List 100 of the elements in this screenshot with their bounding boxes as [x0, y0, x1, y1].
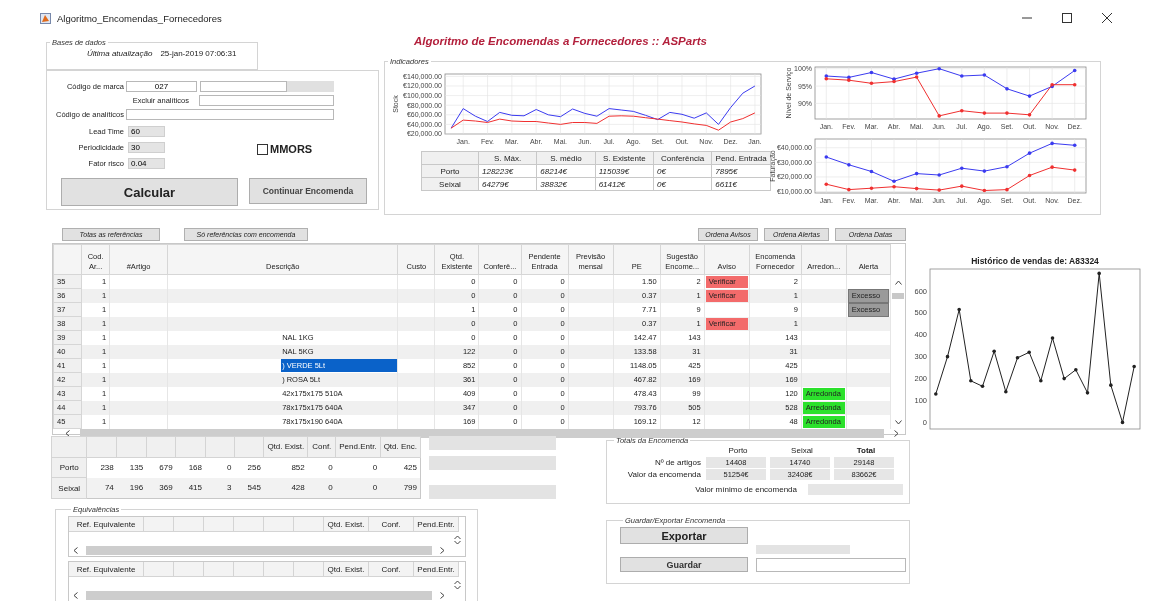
scrollbar-thumb[interactable] — [892, 293, 904, 299]
checkbox[interactable] — [257, 143, 268, 155]
data-point — [960, 108, 964, 113]
input-field[interactable] — [126, 109, 334, 120]
data-point — [982, 73, 987, 77]
data-point — [1072, 143, 1077, 148]
scrollbar-thumb[interactable] — [86, 546, 432, 555]
table-cell: 3 — [205, 477, 235, 499]
data-point — [992, 349, 996, 353]
chevron-down-icon[interactable] — [894, 420, 902, 425]
header-cell — [146, 436, 176, 458]
header-cell — [234, 436, 264, 458]
header-cell — [175, 436, 205, 458]
table-cell — [568, 316, 614, 331]
table-cell: 415 — [175, 477, 205, 499]
column-header: Pend.Entr. — [414, 562, 459, 577]
table-cell: 128223€ — [478, 164, 537, 178]
data-point — [1050, 165, 1054, 169]
table-cell: 68214€ — [536, 164, 596, 178]
column-header: Total — [855, 446, 877, 455]
header-cell — [53, 244, 82, 275]
table-cell: 115039€ — [595, 164, 654, 178]
column-header: S. Máx. — [478, 151, 537, 165]
table-cell — [568, 288, 614, 303]
row-header: Seixal — [51, 477, 87, 499]
app-icon — [40, 12, 51, 24]
data-point — [1109, 383, 1113, 387]
table-cell: 369 — [146, 477, 176, 499]
column-header: S. médio — [536, 151, 596, 165]
header-cell — [205, 436, 235, 458]
data-point — [1027, 94, 1032, 98]
column-header: Porto — [727, 446, 749, 455]
chevron-right-icon[interactable] — [440, 592, 445, 599]
table-cell: 428 — [263, 477, 308, 499]
table-cell: 0 — [335, 477, 381, 499]
data-point — [824, 182, 829, 187]
table-cell — [568, 372, 614, 387]
table-cell: 196 — [116, 477, 147, 499]
chevron-left-icon[interactable] — [73, 547, 78, 554]
data-point — [869, 186, 874, 190]
update-timestamp: 25-jan-2019 07:06:31 — [160, 49, 237, 58]
up-down-icon[interactable] — [454, 580, 461, 590]
column-header: Pend. Entrada — [711, 151, 771, 165]
table-cell: 135 — [116, 457, 147, 478]
data-point — [1027, 350, 1031, 355]
chevron-right-icon[interactable] — [440, 547, 445, 554]
chevron-left-icon[interactable] — [73, 592, 78, 599]
data-point — [914, 186, 919, 191]
input-field[interactable] — [199, 95, 334, 106]
data-point — [1005, 164, 1009, 169]
table-cell — [704, 400, 750, 415]
column-header: Conf. — [307, 436, 336, 458]
data-point — [937, 66, 941, 71]
chevron-up-icon[interactable] — [894, 280, 902, 285]
data-point — [1074, 368, 1078, 372]
table-cell: 61412€ — [595, 177, 654, 191]
save-button[interactable]: Guardar — [620, 557, 748, 572]
table-cell: 74 — [87, 477, 117, 499]
data-point — [847, 163, 851, 167]
table-cell — [568, 344, 614, 359]
data-point — [1062, 376, 1066, 381]
chart-title: Histórico de vendas de: A83324 — [971, 256, 1099, 266]
field-label: Valor mínimo de encomenda — [694, 485, 797, 494]
calculate-button[interactable]: Calcular — [61, 178, 238, 206]
data-point — [945, 354, 950, 359]
input-field[interactable]: 0.04 — [128, 158, 165, 169]
input-field[interactable]: 60 — [128, 126, 165, 137]
data-point — [824, 155, 829, 159]
up-down-icon[interactable] — [454, 535, 461, 545]
field-label: Valor da encomenda — [626, 470, 701, 479]
field-label: Nº de artigos — [653, 458, 701, 467]
data-point — [1004, 389, 1008, 394]
data-point — [1072, 68, 1077, 73]
chevron-left-icon[interactable] — [65, 430, 70, 437]
chevron-right-icon[interactable] — [894, 430, 899, 437]
table-cell: 545 — [234, 477, 264, 499]
scrollbar-thumb[interactable] — [86, 591, 432, 600]
table-cell: 425 — [380, 457, 421, 478]
table-cell — [568, 400, 614, 415]
header-cell — [87, 436, 117, 458]
data-point — [937, 173, 941, 177]
data-point — [1039, 379, 1043, 383]
checkbox-label: MMORS — [270, 143, 313, 155]
maximize-icon[interactable] — [1062, 13, 1072, 23]
table-cell: 0 — [205, 457, 235, 478]
input-field[interactable] — [200, 81, 287, 92]
input-field[interactable]: 30 — [128, 142, 165, 153]
export-button[interactable]: Exportar — [620, 527, 748, 544]
data-point — [937, 114, 941, 118]
close-icon[interactable] — [1102, 13, 1112, 23]
data-point — [1120, 420, 1125, 425]
data-point — [1050, 141, 1054, 146]
table-cell: 0€ — [653, 177, 712, 191]
continue-order-button[interactable]: Continuar Encomenda — [249, 178, 367, 204]
data-point — [869, 169, 874, 174]
input-field[interactable]: 027 — [126, 81, 197, 92]
data-point — [982, 169, 987, 173]
data-point — [969, 379, 973, 383]
data-point — [1027, 173, 1032, 178]
input-field[interactable] — [756, 557, 906, 572]
